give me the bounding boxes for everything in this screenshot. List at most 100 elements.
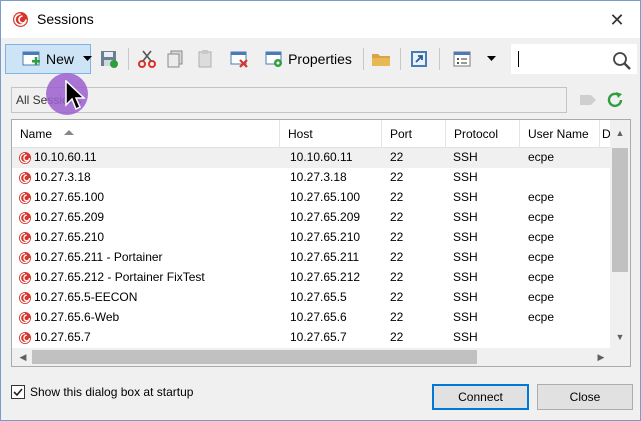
search-icon[interactable]: [612, 51, 632, 74]
startup-checkbox[interactable]: [11, 385, 25, 399]
table-row[interactable]: 10.27.65.100 10.27.65.100 22 SSH ecpe: [12, 188, 610, 208]
properties-icon: [264, 49, 284, 69]
session-port: 22: [390, 250, 404, 264]
toolbar-separator: [363, 48, 364, 70]
close-button[interactable]: Close: [537, 384, 633, 410]
session-name: 10.27.65.7: [34, 330, 91, 344]
session-host: 10.27.65.6: [290, 310, 347, 324]
column-header-label: Port: [390, 127, 413, 141]
column-header-user-name[interactable]: User Name: [520, 120, 600, 148]
startup-checkbox-row[interactable]: Show this dialog box at startup: [11, 385, 193, 399]
session-protocol: SSH: [453, 250, 478, 264]
refresh-icon[interactable]: [605, 90, 625, 113]
close-window-button[interactable]: ✕: [602, 6, 632, 34]
new-folder-button[interactable]: [369, 44, 393, 74]
horizontal-scroll-thumb[interactable]: [32, 350, 477, 364]
session-user: ecpe: [528, 190, 555, 204]
session-protocol: SSH: [453, 270, 478, 284]
shortcut-icon: [409, 49, 429, 69]
properties-button[interactable]: Properties: [259, 44, 357, 74]
properties-label: Properties: [288, 51, 352, 67]
column-header-protocol[interactable]: Protocol: [446, 120, 520, 148]
paste-button[interactable]: [193, 44, 217, 74]
paste-icon: [195, 49, 215, 69]
delete-icon: [229, 49, 249, 69]
toolbar-separator: [439, 48, 440, 70]
session-user: ecpe: [528, 290, 555, 304]
session-host: 10.27.65.212: [290, 270, 361, 284]
list-header: Name Host Port Protocol User Name D: [12, 120, 611, 148]
table-row[interactable]: 10.27.65.209 10.27.65.209 22 SSH ecpe: [12, 208, 610, 228]
copy-icon: [165, 49, 185, 69]
connect-button[interactable]: Connect: [432, 384, 529, 410]
session-host: 10.27.65.7: [290, 330, 347, 344]
session-port: 22: [390, 290, 404, 304]
column-header-name[interactable]: Name: [12, 120, 280, 148]
copy-button[interactable]: [163, 44, 187, 74]
swirl-icon: [18, 171, 32, 188]
search-input[interactable]: [511, 44, 637, 74]
cut-button[interactable]: [135, 44, 159, 74]
session-protocol: SSH: [453, 210, 478, 224]
table-row[interactable]: 10.27.65.5-EECON 10.27.65.5 22 SSH ecpe: [12, 288, 610, 308]
swirl-icon: [12, 11, 29, 28]
text-caret: [518, 51, 519, 67]
session-name: 10.27.65.210: [34, 230, 105, 244]
scissors-icon: [137, 49, 157, 69]
list-rows: 10.10.60.11 10.10.60.11 22 SSH ecpe 10.2…: [12, 148, 610, 348]
session-name: 10.27.65.211 - Portainer: [34, 250, 163, 264]
table-row[interactable]: 10.27.65.212 - Portainer FixTest 10.27.6…: [12, 268, 610, 288]
session-port: 22: [390, 330, 404, 344]
view-dropdown-arrow[interactable]: [483, 44, 499, 74]
horizontal-scrollbar[interactable]: ◀ ▶: [12, 348, 610, 366]
session-name: 10.27.65.5-EECON: [34, 290, 138, 304]
swirl-icon: [18, 211, 32, 228]
session-filter[interactable]: All Sessions: [11, 87, 567, 113]
column-header-port[interactable]: Port: [382, 120, 446, 148]
table-row[interactable]: 10.27.65.210 10.27.65.210 22 SSH ecpe: [12, 228, 610, 248]
new-dropdown-arrow[interactable]: [79, 44, 95, 74]
session-host: 10.10.60.11: [290, 150, 353, 164]
session-user: ecpe: [528, 230, 555, 244]
table-row[interactable]: 10.27.65.211 - Portainer 10.27.65.211 22…: [12, 248, 610, 268]
delete-button[interactable]: [227, 44, 251, 74]
session-user: ecpe: [528, 270, 555, 284]
session-port: 22: [390, 230, 404, 244]
session-host: 10.27.65.5: [290, 290, 347, 304]
table-row[interactable]: 10.27.3.18 10.27.3.18 22 SSH: [12, 168, 610, 188]
scroll-up-arrow[interactable]: ▲: [610, 124, 630, 142]
vertical-scrollbar[interactable]: ▲ ▼: [610, 120, 630, 348]
save-session-button[interactable]: [97, 44, 121, 74]
table-row[interactable]: 10.27.65.6-Web 10.27.65.6 22 SSH ecpe: [12, 308, 610, 328]
swirl-icon: [18, 271, 32, 288]
session-protocol: SSH: [453, 290, 478, 304]
scroll-right-arrow[interactable]: ▶: [592, 348, 610, 366]
column-header-label: Protocol: [454, 127, 499, 141]
swirl-icon: [18, 251, 32, 268]
session-protocol: SSH: [453, 310, 478, 324]
toolbar: New Properties: [1, 38, 640, 80]
session-user: ecpe: [528, 310, 555, 324]
toolbar-separator: [400, 48, 401, 70]
vertical-scroll-thumb[interactable]: [612, 148, 628, 272]
session-port: 22: [390, 150, 404, 164]
column-header-host[interactable]: Host: [280, 120, 382, 148]
view-button[interactable]: [449, 44, 475, 74]
session-user: ecpe: [528, 150, 555, 164]
tag-icon[interactable]: [579, 92, 597, 111]
table-row[interactable]: 10.10.60.11 10.10.60.11 22 SSH ecpe: [12, 148, 610, 168]
shortcut-button[interactable]: [407, 44, 431, 74]
swirl-icon: [18, 311, 32, 328]
session-host: 10.27.65.210: [290, 230, 361, 244]
session-host: 10.27.65.211: [290, 250, 360, 264]
swirl-icon: [18, 331, 32, 348]
session-host: 10.27.3.18: [290, 170, 347, 184]
session-protocol: SSH: [453, 150, 478, 164]
scroll-down-arrow[interactable]: ▼: [610, 328, 630, 346]
session-name: 10.27.65.100: [34, 190, 105, 204]
session-protocol: SSH: [453, 170, 478, 184]
table-row[interactable]: 10.27.65.7 10.27.65.7 22 SSH: [12, 328, 610, 348]
swirl-icon: [18, 151, 32, 168]
title-bar: Sessions ✕: [1, 1, 640, 38]
scroll-left-arrow[interactable]: ◀: [14, 348, 32, 366]
